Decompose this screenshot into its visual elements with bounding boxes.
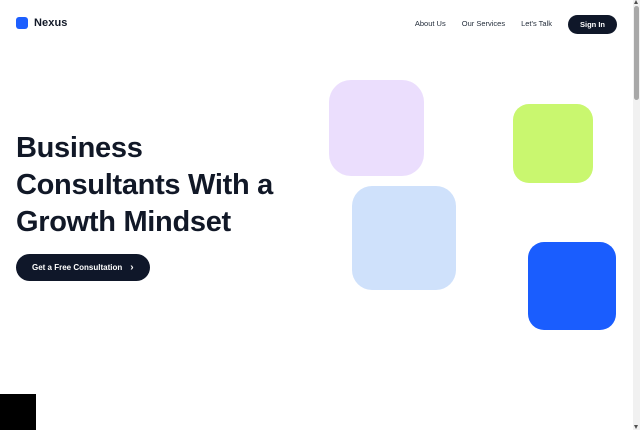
decorative-tile-blue [528, 242, 616, 330]
corner-black-block [0, 394, 36, 430]
sign-in-button[interactable]: Sign In [568, 14, 617, 34]
decorative-tile-lime [513, 104, 593, 183]
free-consultation-button[interactable]: Get a Free Consultation › [16, 254, 150, 281]
hero-headline: Business Consultants With a Growth Minds… [16, 130, 316, 241]
scroll-up-arrow-icon[interactable] [634, 0, 638, 4]
scroll-down-arrow-icon[interactable] [634, 425, 638, 429]
main-nav: About Us Our Services Let's Talk Sign In [415, 14, 617, 34]
logo-square-icon [16, 17, 28, 29]
brand-logo[interactable]: Nexus [16, 17, 68, 29]
decorative-tile-purple [329, 80, 424, 176]
cta-label: Get a Free Consultation [32, 263, 123, 272]
chevron-right-icon: › [130, 261, 134, 273]
landing-page: Nexus About Us Our Services Let's Talk S… [0, 0, 633, 430]
headline-line: Consultants With a [16, 169, 273, 201]
headline-line: Growth Mindset [16, 206, 231, 238]
nav-link-services[interactable]: Our Services [462, 14, 505, 34]
page-scrollbar[interactable] [633, 0, 640, 430]
nav-link-talk[interactable]: Let's Talk [521, 14, 552, 34]
nav-link-about[interactable]: About Us [415, 14, 446, 34]
headline-line: Business [16, 132, 143, 164]
decorative-tile-light-blue [352, 186, 456, 290]
brand-name: Nexus [34, 17, 68, 29]
scrollbar-thumb[interactable] [634, 6, 639, 100]
site-header: Nexus About Us Our Services Let's Talk S… [0, 0, 633, 48]
